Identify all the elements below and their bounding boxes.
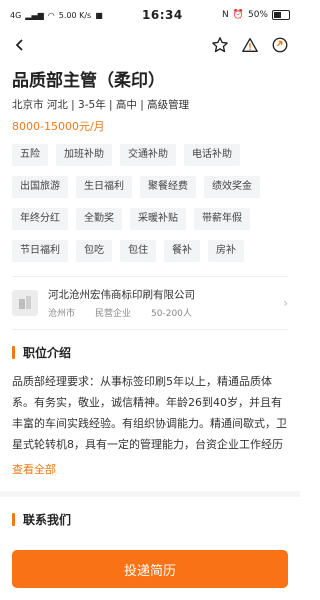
- company-type: 民营企业: [95, 309, 132, 319]
- section-accent-bar: [12, 346, 15, 359]
- network-speed: 5.00 K/s: [58, 10, 92, 20]
- benefit-tag: 节日福利: [12, 240, 68, 262]
- chevron-right-icon: ›: [283, 296, 288, 310]
- battery-icon: [271, 10, 290, 20]
- nav-actions: [210, 35, 290, 55]
- job-title: 品质部主管（柔印）: [12, 71, 165, 91]
- benefit-tag: 交通补助: [120, 144, 176, 166]
- benefit-tag: 包吃: [76, 240, 112, 262]
- salary: 8000-15000元/月: [12, 120, 105, 133]
- benefit-tag: 聚餐经费: [140, 176, 196, 198]
- section-title: 联系我们: [23, 513, 72, 527]
- benefit-tag: 出国旅游: [12, 176, 68, 198]
- signal-icon: ▂▄▆: [25, 10, 44, 20]
- job-description: 品质部经理要求：从事标签印刷5年以上，精通品质体系。有务实，敬业，诚信精神。年龄…: [12, 375, 287, 451]
- benefit-tag: 绩效奖金: [204, 176, 260, 198]
- section-title: 职位介绍: [23, 346, 72, 360]
- wifi-icon: ◠: [47, 10, 55, 20]
- network-indicator: 4G: [10, 10, 22, 20]
- benefit-tag: 生日福利: [76, 176, 132, 198]
- company-card[interactable]: 河北沧州宏伟商标印刷有限公司 沧州市 民营企业 50-200人 ›: [12, 276, 288, 330]
- benefit-tag: 房补: [208, 240, 244, 262]
- company-info: 河北沧州宏伟商标印刷有限公司 沧州市 民营企业 50-200人: [48, 287, 283, 319]
- benefit-tag: 采暖补贴: [130, 208, 186, 230]
- section-job-intro-header: 职位介绍: [0, 330, 300, 361]
- share-icon[interactable]: [270, 35, 290, 55]
- nfc-icon: N: [222, 10, 229, 20]
- benefit-tag: 五险: [12, 144, 48, 166]
- apply-resume-button[interactable]: 投递简历: [12, 550, 288, 588]
- benefit-tag: 全勤奖: [76, 208, 122, 230]
- section-contact-header: 联系我们: [0, 497, 300, 528]
- benefit-tag: 电话补助: [184, 144, 240, 166]
- report-warning-icon[interactable]: [240, 35, 260, 55]
- benefit-tag: 餐补: [164, 240, 200, 262]
- benefit-tag: 加班补助: [56, 144, 112, 166]
- benefit-tag: 带薪年假: [194, 208, 250, 230]
- job-meta: 北京市 河北 | 3-5年 | 高中 | 高级管理: [12, 99, 190, 111]
- battery-percent: 50%: [247, 10, 268, 20]
- status-bar: 4G ▂▄▆ ◠ 5.00 K/s ■ 16:34 N ⏰ 50%: [0, 0, 300, 30]
- favorite-star-icon[interactable]: [210, 35, 230, 55]
- message-icon: ■: [95, 10, 103, 20]
- benefit-tag: 包住: [120, 240, 156, 262]
- back-icon[interactable]: [10, 35, 30, 55]
- status-right: N ⏰ 50%: [222, 10, 290, 20]
- view-all-link[interactable]: 查看全部: [0, 455, 300, 477]
- benefit-tags: 五险 加班补助 交通补助 电话补助 出国旅游 生日福利 聚餐经费 绩效奖金 年终…: [0, 134, 300, 262]
- section-accent-bar: [12, 513, 15, 526]
- company-name: 河北沧州宏伟商标印刷有限公司: [48, 289, 195, 301]
- company-size: 50-200人: [151, 309, 192, 319]
- benefit-tag: 年终分红: [12, 208, 68, 230]
- nav-bar: [0, 30, 300, 60]
- alarm-icon: ⏰: [232, 10, 244, 20]
- company-logo: [12, 290, 38, 316]
- company-city: 沧州市: [48, 309, 76, 319]
- status-left: 4G ▂▄▆ ◠ 5.00 K/s ■: [10, 11, 103, 20]
- status-time: 16:34: [142, 8, 183, 22]
- company-details: 沧州市 民营企业 50-200人: [48, 306, 283, 319]
